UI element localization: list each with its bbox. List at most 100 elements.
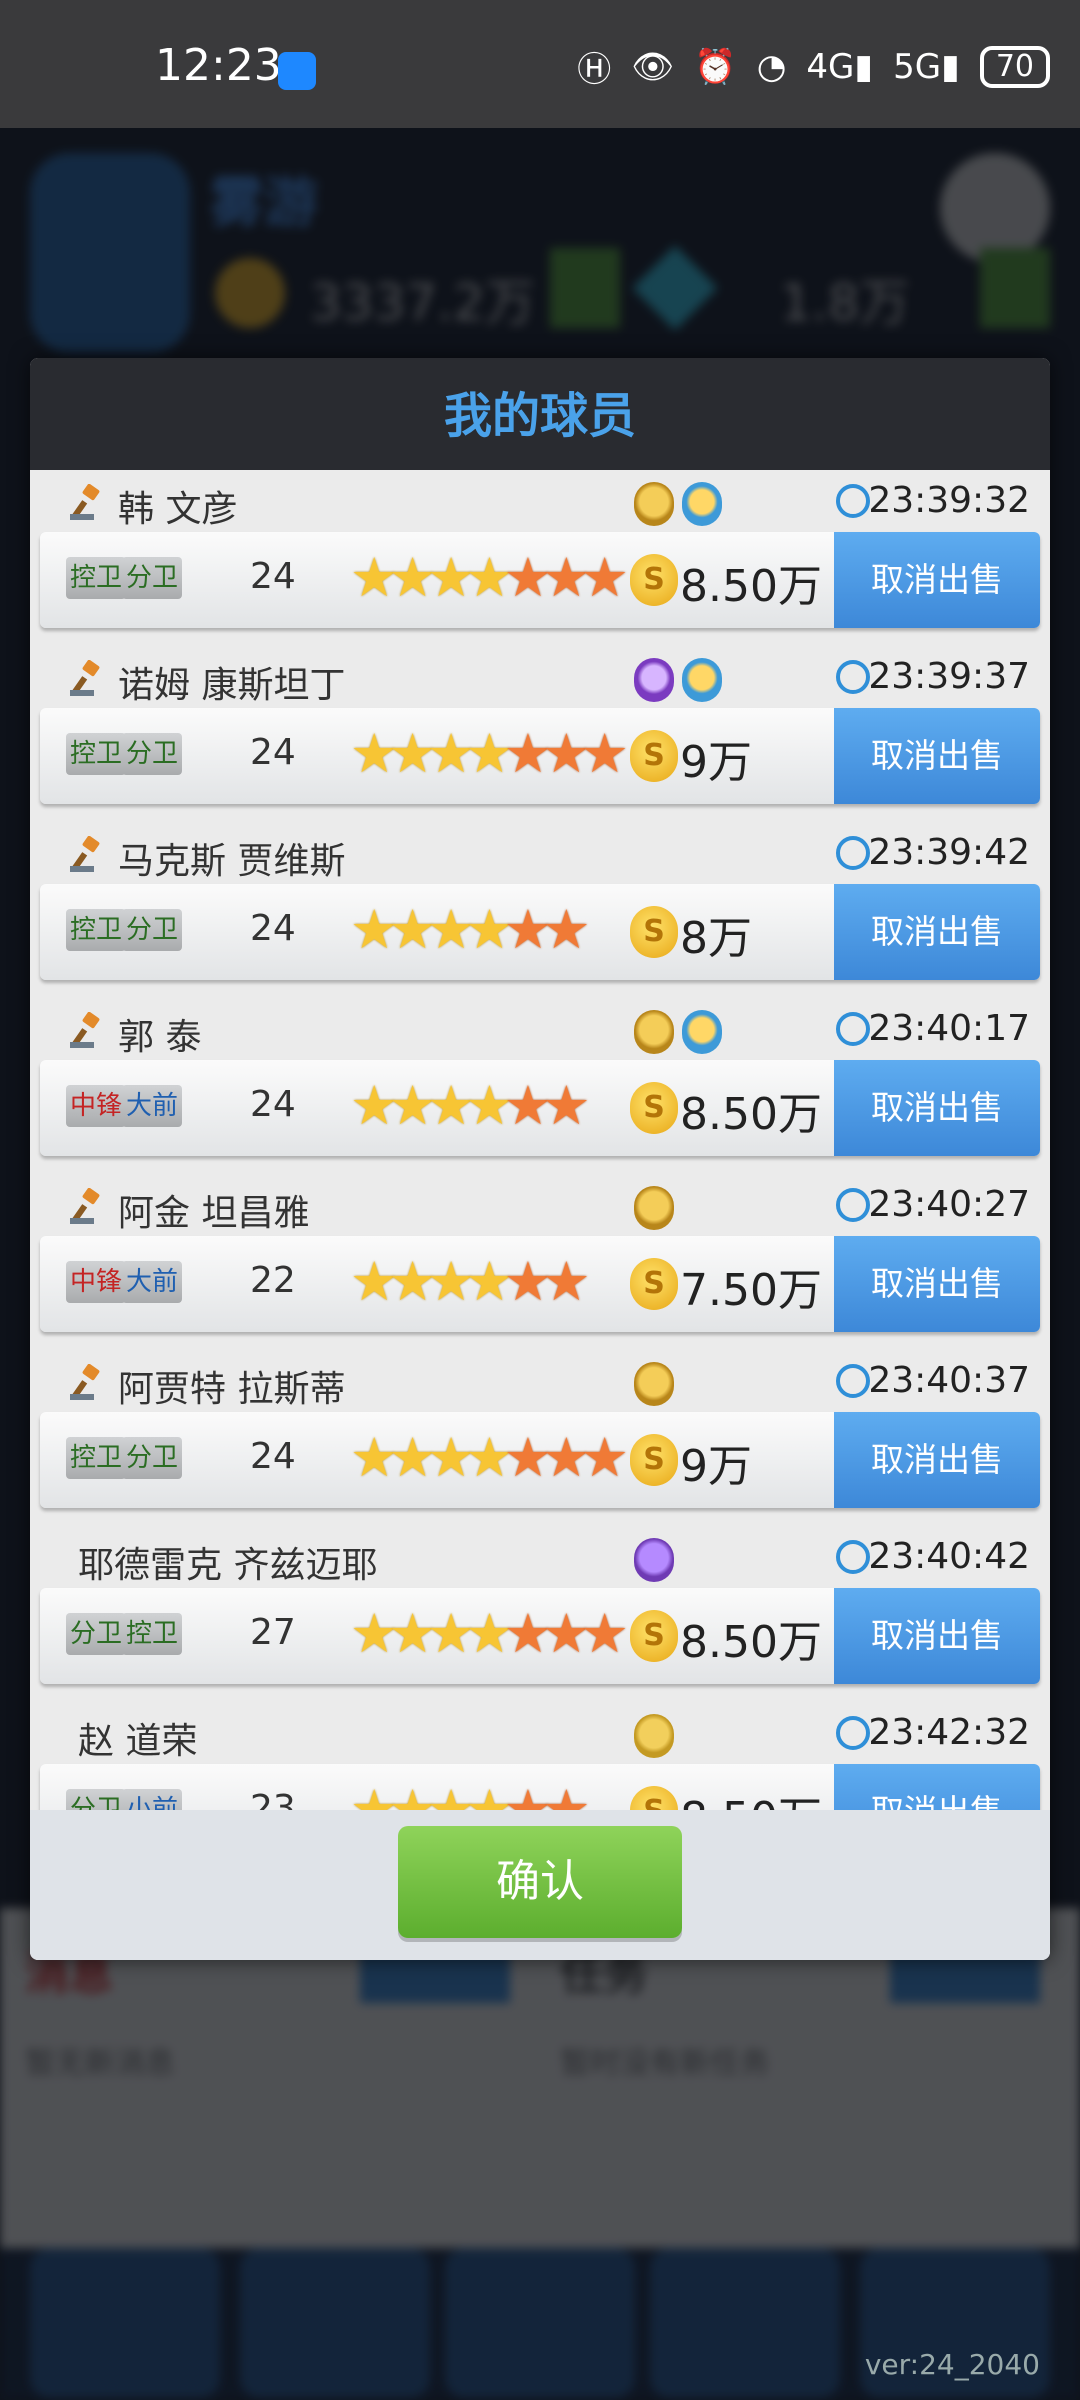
gold-badge-icon [634, 1362, 674, 1406]
player-price: 9万 [680, 1441, 752, 1492]
timer-icon [836, 1188, 870, 1222]
position-tag: 中锋 [66, 1085, 127, 1127]
confirm-button[interactable]: 确认 [398, 1826, 682, 1938]
player-header: 阿贾特 拉斯蒂 23:40:37 [40, 1356, 1040, 1410]
star-icon: ★ [580, 722, 629, 785]
player-row: 阿贾特 拉斯蒂 23:40:37 控卫 分卫 24 ★ ★ ★ ★ ★ ★ ★ S 9万 取消… [30, 1354, 1050, 1530]
sale-timer: 23:40:37 [868, 1360, 1030, 1401]
coin-icon: S [630, 554, 678, 606]
position-tag: 分卫 [122, 909, 183, 951]
player-name: 马克斯 贾维斯 [118, 841, 346, 882]
kgp-badge-icon [634, 1538, 674, 1582]
rating-stars: ★ ★ ★ ★ ★ ★ [350, 1252, 591, 1312]
battery-icon: 70 [979, 45, 1050, 88]
position-tag: 控卫 [66, 909, 127, 951]
position-tag: 控卫 [66, 557, 127, 599]
player-age: 24 [250, 732, 296, 773]
sale-timer: 23:42:32 [868, 1712, 1030, 1753]
cancel-sale-button[interactable]: 取消出售 [834, 1412, 1040, 1508]
auction-hammer-icon [70, 1363, 106, 1400]
player-row: 赵 道荣 23:42:32 分卫小前 23 ★★★★★★ S 8.50万 取消出… [30, 1706, 1050, 1810]
position-tag: 中锋 [66, 1261, 127, 1303]
player-row: 耶德雷克 齐兹迈耶 23:40:42 分卫 控卫 27 ★ ★ ★ ★ ★ ★ ★ S 8.5… [30, 1530, 1050, 1706]
player-card: 控卫 分卫 24 ★ ★ ★ ★ ★ ★ ★ S 8.50万 取消出售 [40, 532, 1040, 628]
alarm-icon: ⏰ [694, 46, 737, 87]
position-tag: 控卫 [122, 1613, 183, 1655]
star-icon: ★ [580, 1602, 629, 1665]
dialog-title: 我的球员 [443, 388, 636, 444]
cancel-sale-button[interactable]: 取消出售 [834, 1764, 1040, 1810]
player-card: 分卫 控卫 27 ★ ★ ★ ★ ★ ★ ★ S 8.50万 取消出售 [40, 1588, 1040, 1684]
star-icon: ★ [542, 1778, 591, 1811]
position-tag: 控卫 [66, 733, 127, 775]
player-name: 耶德雷克 齐兹迈耶 [78, 1545, 378, 1586]
cancel-sale-button[interactable]: 取消出售 [834, 1236, 1040, 1332]
player-card: 控卫 分卫 24 ★ ★ ★ ★ ★ ★ ★ S 9万 取消出售 [40, 708, 1040, 804]
auction-hammer-icon [70, 1011, 106, 1048]
timer-icon [836, 1716, 870, 1750]
player-age: 24 [250, 1436, 296, 1477]
player-card: 中锋 大前 24 ★ ★ ★ ★ ★ ★ S 8.50万 取消出售 [40, 1060, 1040, 1156]
player-age: 22 [250, 1260, 296, 1301]
player-name: 诺姆 康斯坦丁 [118, 665, 346, 706]
signal-5g-icon: 5G▮ [893, 46, 960, 87]
blue-badge-icon [682, 1010, 722, 1054]
star-icon: ★ [580, 546, 629, 609]
star-icon: ★ [542, 1074, 591, 1137]
cancel-sale-button[interactable]: 取消出售 [834, 532, 1040, 628]
position-tag: 分卫 [66, 1789, 127, 1810]
eye-icon: 👁 [631, 46, 675, 87]
dialog-footer: 确认 [30, 1810, 1050, 1960]
player-price: 8.50万 [680, 561, 822, 612]
player-price: 8.50万 [680, 1782, 822, 1810]
cancel-sale-button[interactable]: 取消出售 [834, 1060, 1040, 1156]
player-card: 中锋 大前 22 ★ ★ ★ ★ ★ ★ S 7.50万 取消出售 [40, 1236, 1040, 1332]
coin-icon: S [630, 1786, 678, 1810]
coin-icon: S [630, 1258, 678, 1310]
coin-icon: S [630, 730, 678, 782]
gold-badge-icon [634, 1186, 674, 1230]
sale-timer: 23:39:32 [868, 480, 1030, 521]
weather-app-icon [278, 52, 316, 90]
star-icon: ★ [580, 1426, 629, 1489]
position-tag: 分卫 [122, 733, 183, 775]
position-tag: 分卫 [122, 557, 183, 599]
player-age: 23 [250, 1788, 296, 1810]
rating-stars: ★ ★ ★ ★ ★ ★ ★ [350, 1604, 629, 1664]
cancel-sale-button[interactable]: 取消出售 [834, 884, 1040, 980]
wifi-icon: ◔ [756, 46, 787, 87]
gold-badge-icon [634, 482, 674, 526]
timer-icon [836, 1012, 870, 1046]
coin-icon: S [630, 1082, 678, 1134]
cancel-sale-button[interactable]: 取消出售 [834, 708, 1040, 804]
player-price: 8.50万 [680, 1617, 822, 1668]
rating-stars: ★ ★ ★ ★ ★ ★ ★ [350, 724, 629, 784]
sale-timer: 23:40:27 [868, 1184, 1030, 1225]
star-icon: ★ [542, 898, 591, 961]
player-row: 诺姆 康斯坦丁 23:39:37 控卫 分卫 24 ★ ★ ★ ★ ★ ★ ★ S 9万 取消… [30, 650, 1050, 826]
sale-timer: 23:39:37 [868, 656, 1030, 697]
timer-icon [836, 836, 870, 870]
auction-hammer-icon [70, 835, 106, 872]
auction-hammer-icon [70, 483, 106, 520]
rating-stars: ★ ★ ★ ★ ★ ★ [350, 1076, 591, 1136]
signal-4g-icon: 4G▮ [806, 46, 874, 87]
player-price: 7.50万 [680, 1265, 822, 1316]
cancel-sale-button[interactable]: 取消出售 [834, 1588, 1040, 1684]
blue-badge-icon [682, 658, 722, 702]
player-header: 郭 泰 23:40:17 [40, 1004, 1040, 1058]
sale-timer: 23:40:17 [868, 1008, 1030, 1049]
kg-badge-icon [634, 1714, 674, 1758]
auction-hammer-icon [70, 659, 106, 696]
hd-icon: Ⓗ [577, 50, 612, 90]
player-age: 24 [250, 908, 296, 949]
player-price: 8.50万 [680, 1089, 822, 1140]
timer-icon [836, 1364, 870, 1398]
sale-timer: 23:39:42 [868, 832, 1030, 873]
rating-stars: ★ ★ ★ ★ ★ ★ [350, 1780, 591, 1811]
timer-icon [836, 660, 870, 694]
player-header: 阿金 坦昌雅 23:40:27 [40, 1180, 1040, 1234]
player-row: 郭 泰 23:40:17 中锋 大前 24 ★ ★ ★ ★ ★ ★ S 8.50万 取消出售 [30, 1002, 1050, 1178]
player-list[interactable]: 韩 文彦 23:39:32 控卫 分卫 24 ★ ★ ★ ★ ★ ★ ★ S 8.50万 取消… [30, 470, 1050, 1810]
sale-timer: 23:40:42 [868, 1536, 1030, 1577]
